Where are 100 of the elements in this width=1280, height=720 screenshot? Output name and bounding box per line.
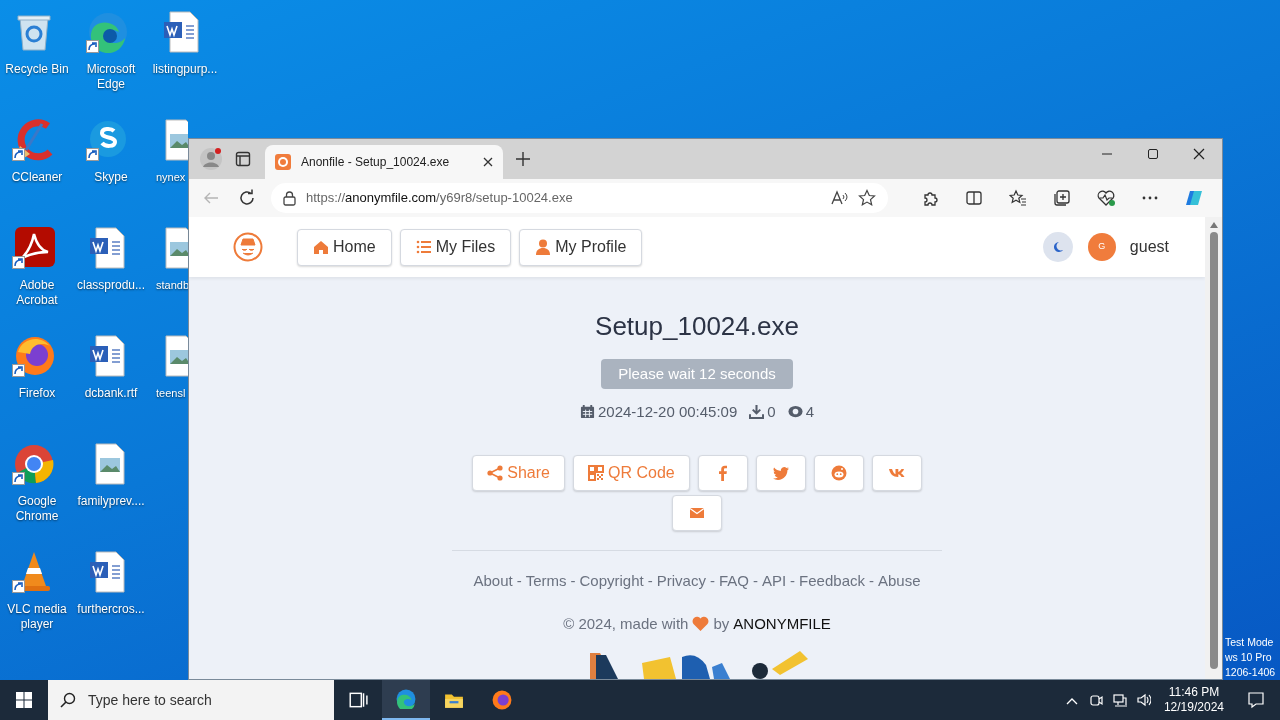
desktop-icon-label[interactable]: Google Chrome xyxy=(5,494,69,524)
address-bar[interactable]: https://anonymfile.com/y69r8/setup-10024.exe xyxy=(271,183,888,213)
taskbar-search-field[interactable]: Type here to search xyxy=(48,680,334,720)
meeting-icon[interactable] xyxy=(1088,693,1103,707)
notification-icon[interactable] xyxy=(1247,691,1265,709)
scrollbar[interactable] xyxy=(1205,217,1222,679)
edge-icon[interactable] xyxy=(396,689,416,709)
share-icon xyxy=(487,465,504,481)
download-count: 0 xyxy=(767,401,776,422)
split-screen-icon[interactable] xyxy=(965,189,983,207)
qr-button[interactable]: QR Code xyxy=(573,455,690,491)
desktop-icon-label[interactable]: Microsoft Edge xyxy=(79,62,143,92)
desktop-icon-label[interactable]: VLC media player xyxy=(5,602,69,632)
favorites-icon[interactable] xyxy=(1009,189,1027,207)
site-logo-icon xyxy=(275,154,291,170)
url-text: https://anonymfile.com/y69r8/setup-10024.exe xyxy=(306,189,574,208)
favorite-star-icon[interactable] xyxy=(858,189,876,207)
theme-toggle[interactable] xyxy=(1042,232,1073,262)
link-separator: - xyxy=(709,571,715,591)
desktop-icon-label[interactable]: familyprev.... xyxy=(77,494,145,509)
desktop-icon-label[interactable]: standb xyxy=(156,278,190,293)
reddit-icon xyxy=(830,465,847,481)
desktop-icon-label[interactable]: teensl xyxy=(156,386,186,401)
close-icon[interactable] xyxy=(483,157,493,167)
link-separator: - xyxy=(752,571,758,591)
facebook-share-button[interactable] xyxy=(697,455,748,491)
speaker-icon[interactable] xyxy=(1136,693,1151,707)
twitter-share-button[interactable] xyxy=(755,455,806,491)
reload-icon[interactable] xyxy=(238,189,256,207)
share-button[interactable]: Share xyxy=(472,455,565,491)
nav-button[interactable]: Home xyxy=(297,228,392,266)
link-separator: - xyxy=(869,571,874,591)
bird-icon xyxy=(772,465,789,481)
desktop-icon-label[interactable]: classprodu... xyxy=(76,278,145,293)
clock-date: 12/19/2024 xyxy=(1163,700,1224,715)
task-view-icon[interactable] xyxy=(348,690,368,710)
close-icon[interactable] xyxy=(1193,148,1205,160)
user-name[interactable]: guest xyxy=(1129,235,1169,259)
home-icon xyxy=(313,239,329,255)
site-logo-icon[interactable] xyxy=(233,232,263,262)
pdf-reader-icon[interactable] xyxy=(12,224,56,270)
new-tab-icon[interactable] xyxy=(515,151,531,167)
link-separator: - xyxy=(647,571,653,591)
desktop-icon-label[interactable]: listingpurp... xyxy=(152,62,218,77)
tab-actions-icon[interactable] xyxy=(235,151,251,167)
link-separator: - xyxy=(790,571,796,591)
system-notice-text: Test Mode xyxy=(1225,635,1275,650)
system-notice-text: ws 10 Pro xyxy=(1225,650,1273,665)
nav-button[interactable]: My Files xyxy=(399,228,512,266)
desktop-icon-label[interactable]: furthercros... xyxy=(77,602,145,617)
desktop-icon-label[interactable]: Recycle Bin xyxy=(5,62,69,77)
desktop-icon-label[interactable]: Adobe Acrobat xyxy=(5,278,69,308)
clock-time: 11:46 PM xyxy=(1167,685,1221,700)
qr-code-icon xyxy=(588,465,604,481)
footer-link[interactable]: Feedback xyxy=(799,570,865,593)
network-icon[interactable] xyxy=(1112,693,1127,707)
profile-icon[interactable] xyxy=(199,147,223,171)
collections-icon[interactable] xyxy=(1053,189,1071,207)
system-notice-text: 1206-1406 xyxy=(1225,665,1276,680)
file-title: Setup_10024.exe xyxy=(595,310,799,342)
scroll-up-arrow-icon[interactable] xyxy=(1209,222,1218,228)
list-icon xyxy=(415,239,432,255)
email-share-button[interactable] xyxy=(672,495,722,531)
desktop-icon-label[interactable]: Firefox xyxy=(18,386,56,401)
desktop-icon-label[interactable]: Skype xyxy=(94,170,128,185)
nav-button[interactable]: My Profile xyxy=(519,228,643,266)
envelope-icon xyxy=(689,505,705,521)
brand-link[interactable]: ANONYMFILE xyxy=(733,612,831,635)
reddit-share-button[interactable] xyxy=(813,455,864,491)
puzzle-icon[interactable] xyxy=(921,189,939,207)
eye-icon xyxy=(787,404,803,420)
moon-icon xyxy=(1051,241,1064,253)
user-avatar[interactable]: G xyxy=(1087,233,1116,261)
footer-link[interactable]: About xyxy=(473,570,513,593)
desktop-icon-label[interactable]: CCleaner xyxy=(11,170,63,185)
firefox-icon[interactable] xyxy=(492,690,512,710)
copilot-icon[interactable] xyxy=(1183,189,1205,207)
upload-date: 2024-12-20 00:45:09 xyxy=(598,401,738,422)
calendar-icon xyxy=(580,404,595,420)
view-count: 4 xyxy=(805,401,814,422)
windows-start-icon[interactable] xyxy=(16,692,32,708)
footer-link[interactable]: FAQ xyxy=(718,570,749,593)
browser-tab[interactable]: Anonfile - Setup_10024.exe xyxy=(265,145,503,179)
lock-icon xyxy=(283,190,296,206)
download-icon xyxy=(749,404,765,420)
footer-link[interactable]: Copyright xyxy=(579,570,644,593)
search-placeholder: Type here to search xyxy=(88,690,212,710)
taskbar-clock[interactable]: 11:46 PM 12/19/2024 xyxy=(1155,685,1232,715)
maximize-icon[interactable] xyxy=(1147,148,1159,160)
read-aloud-icon[interactable] xyxy=(830,190,848,206)
desktop-icon-label[interactable]: dcbank.rtf xyxy=(84,386,138,401)
footer-link[interactable]: API xyxy=(761,570,787,593)
footer-link[interactable]: Terms xyxy=(525,570,567,593)
footer-link[interactable]: Privacy xyxy=(656,570,706,593)
footer-link[interactable]: Abuse xyxy=(878,570,921,593)
desktop-icon-label[interactable]: nynex xyxy=(156,170,186,185)
vk-share-button[interactable] xyxy=(871,455,922,491)
heartbeat-icon[interactable] xyxy=(1097,189,1115,207)
user-icon xyxy=(535,239,552,255)
copyright-text: © 2024, made with xyxy=(563,613,689,634)
